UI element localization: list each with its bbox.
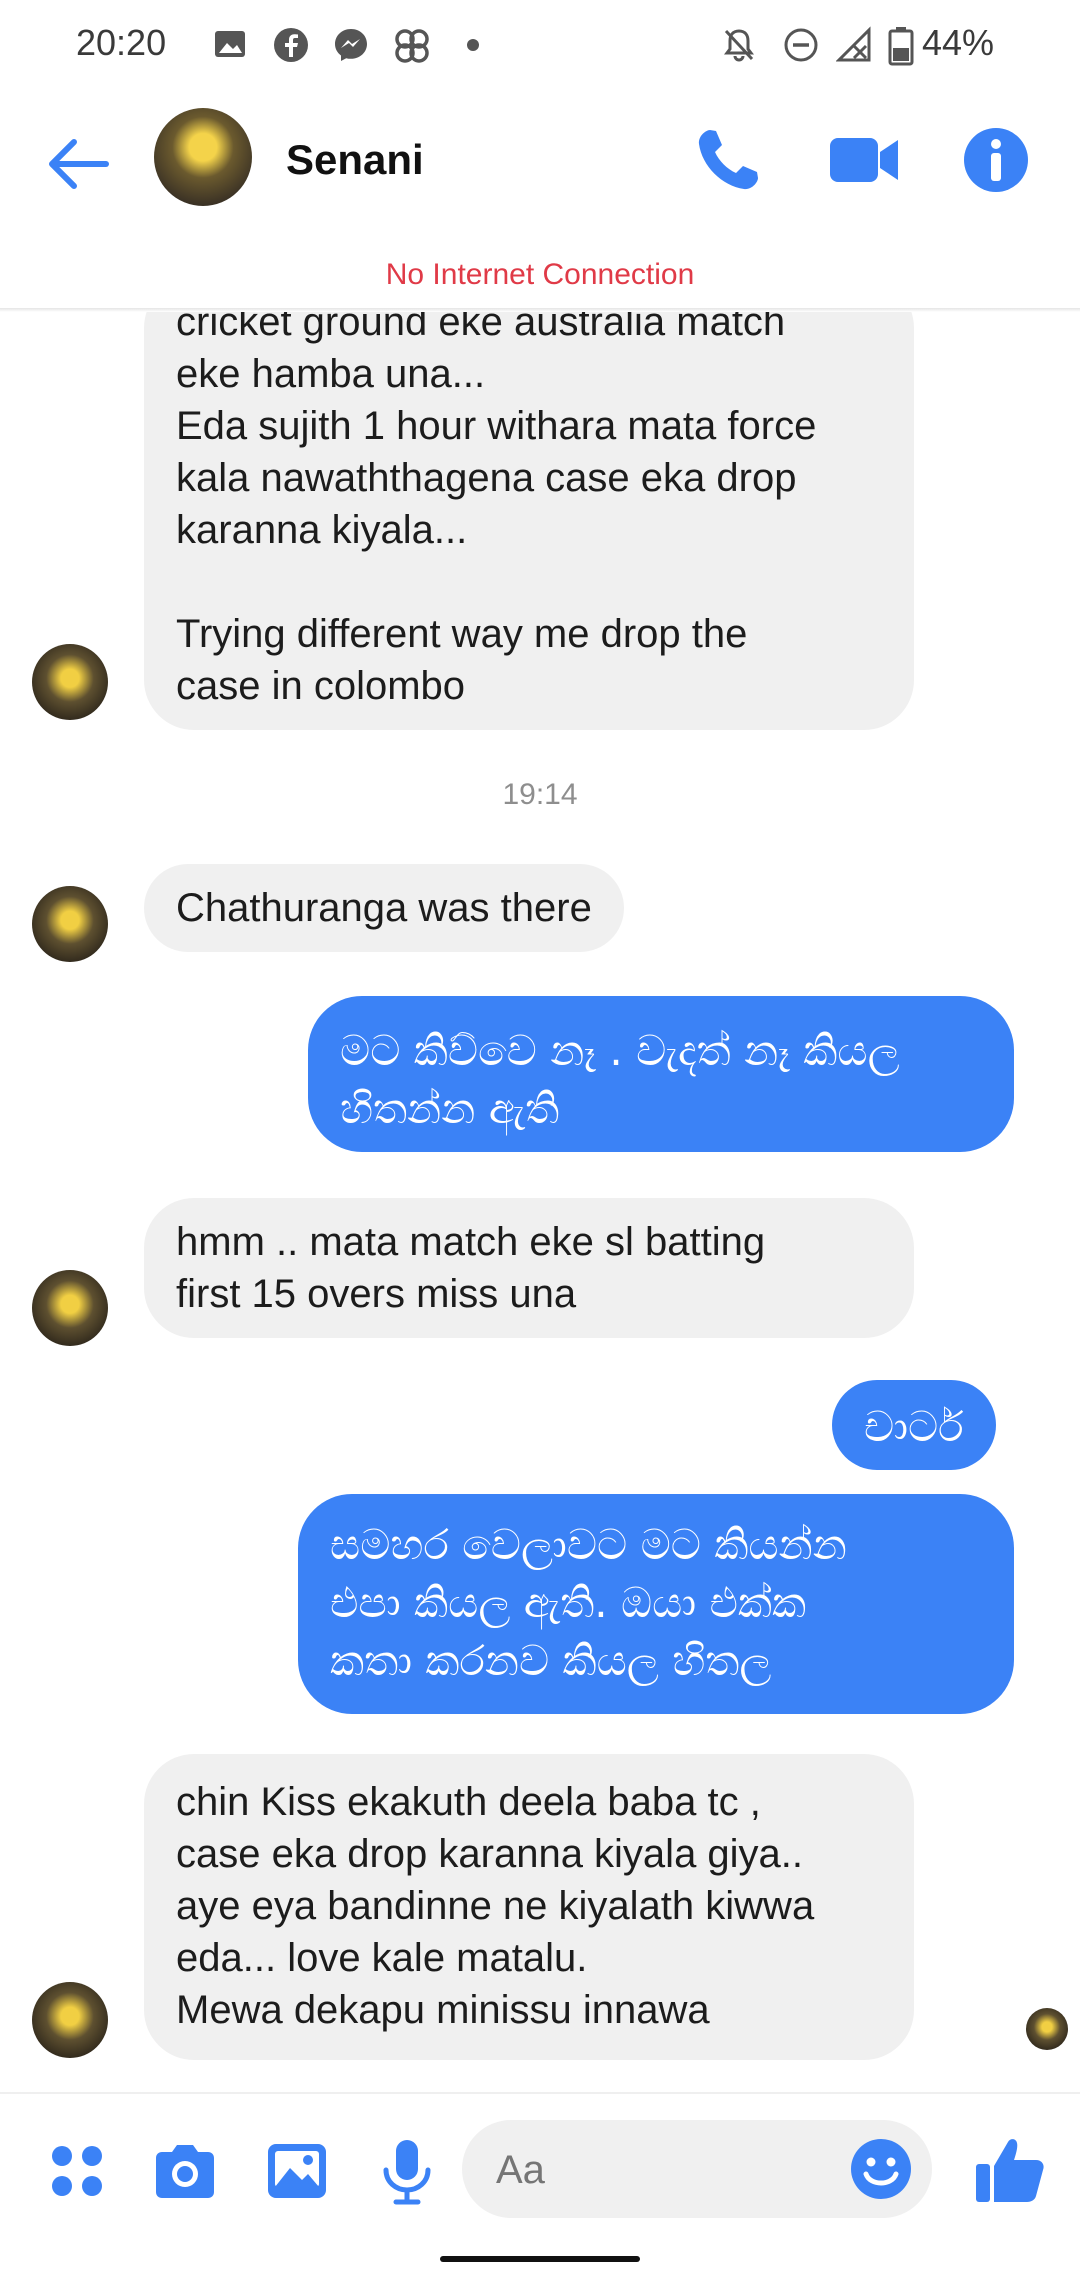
- thumbs-up-icon[interactable]: [972, 2132, 1048, 2208]
- microphone-icon[interactable]: [372, 2136, 442, 2206]
- message-bubble-outgoing[interactable]: මට කිව්වෙ නෑ . වැදත් නෑ කියල හිතන්න ඇති: [308, 996, 1014, 1152]
- message-input-container[interactable]: [462, 2120, 932, 2218]
- sender-avatar[interactable]: [32, 886, 108, 962]
- phone-icon[interactable]: [690, 122, 766, 198]
- message-bubble-outgoing[interactable]: සමහර වෙලාවට මට කියන්න එපා කියල ඇති. ඔයා …: [298, 1494, 1014, 1714]
- camera-icon[interactable]: [150, 2136, 220, 2206]
- messenger-notification-icon: [335, 29, 367, 61]
- video-camera-icon[interactable]: [826, 122, 902, 198]
- status-time: 20:20: [76, 22, 167, 63]
- message-input[interactable]: [494, 2142, 838, 2198]
- do-not-disturb-icon: [784, 28, 818, 62]
- gallery-icon[interactable]: [262, 2136, 332, 2206]
- contact-avatar[interactable]: [154, 108, 252, 206]
- apps-icon[interactable]: [42, 2136, 112, 2206]
- no-internet-banner: No Internet Connection: [385, 258, 695, 291]
- info-icon[interactable]: [958, 122, 1034, 198]
- message-bubble-outgoing[interactable]: චාටර්: [832, 1380, 996, 1470]
- emoji-icon[interactable]: [848, 2136, 914, 2202]
- battery-icon: [888, 27, 914, 66]
- mute-bell-icon: [724, 29, 754, 62]
- facebook-notification-icon: [274, 28, 308, 62]
- app-notification-icon: [395, 29, 429, 63]
- image-notification-icon: [215, 31, 245, 57]
- no-signal-icon: [836, 26, 871, 62]
- message-list[interactable]: cricket ground eke australia match eke h…: [0, 312, 1080, 2092]
- message-timestamp: 19:14: [502, 778, 578, 811]
- status-bar: 20:20 44%: [0, 0, 1080, 92]
- back-arrow-icon[interactable]: [44, 128, 116, 200]
- message-bubble-incoming[interactable]: hmm .. mata match eke sl batting first 1…: [144, 1198, 914, 1338]
- conversation-header: Senani No Internet Connection: [0, 92, 1080, 291]
- seen-indicator-avatar: [1026, 2008, 1068, 2050]
- contact-name[interactable]: Senani: [286, 136, 424, 184]
- battery-percent: 44%: [922, 22, 995, 63]
- home-indicator[interactable]: [440, 2256, 640, 2262]
- sender-avatar[interactable]: [32, 1982, 108, 2058]
- message-composer: [0, 2092, 1080, 2282]
- sender-avatar[interactable]: [32, 644, 108, 720]
- message-bubble-incoming[interactable]: Chathuranga was there: [144, 864, 624, 952]
- message-bubble-incoming[interactable]: cricket ground eke australia match eke h…: [144, 312, 914, 730]
- sender-avatar[interactable]: [32, 1270, 108, 1346]
- more-notifications-dot-icon: [467, 39, 479, 51]
- message-bubble-incoming[interactable]: chin Kiss ekakuth deela baba tc , case e…: [144, 1754, 914, 2060]
